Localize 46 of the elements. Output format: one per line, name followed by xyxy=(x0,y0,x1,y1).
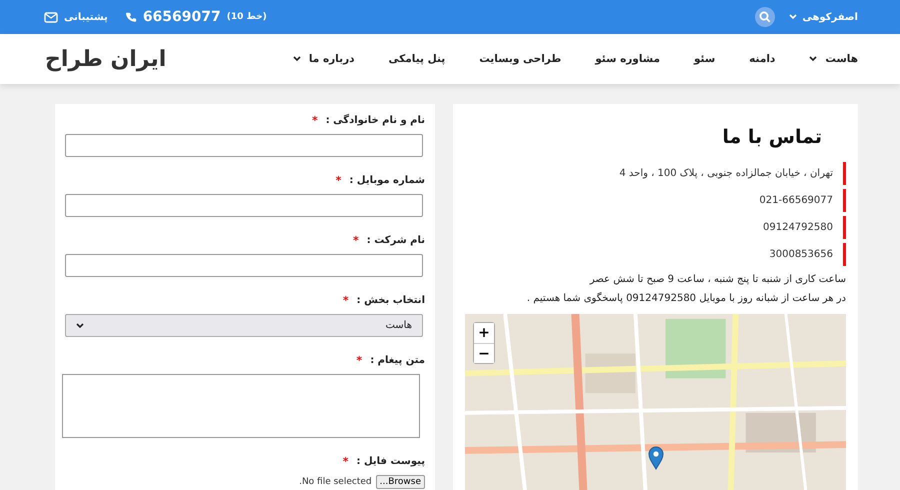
file-status: No file selected. xyxy=(299,477,372,487)
nav-item[interactable]: طراحی وبسایت xyxy=(479,53,562,65)
field-label: پیوست فایل : xyxy=(356,456,425,467)
required-mark: * xyxy=(342,455,349,468)
nav-item[interactable]: دامنه xyxy=(749,53,776,65)
field-label: نام شرکت : xyxy=(366,235,425,246)
field-label: نام و نام خانوادگی : xyxy=(326,115,425,126)
contact-detail: 021-66569077 xyxy=(465,189,846,212)
contact-detail: 3000853656 xyxy=(465,243,846,266)
phone-lines: (10 خط) xyxy=(226,12,267,22)
required-mark: * xyxy=(356,354,362,367)
hours-note: ساعت کاری از شنبه تا پنج شنبه ، ساعت 9 صبح تا شش عصر xyxy=(588,274,846,285)
contact-detail: 09124792580 xyxy=(465,216,846,239)
required-mark: * xyxy=(352,234,359,247)
caret-icon xyxy=(76,322,84,328)
nav-item[interactable]: هاست xyxy=(809,53,858,65)
map-pin-icon xyxy=(648,446,664,470)
zoom-out-button[interactable]: − xyxy=(474,343,494,363)
logo[interactable]: ایران طراح xyxy=(45,46,166,72)
browse-button[interactable]: Browse... xyxy=(376,475,425,489)
message-field[interactable] xyxy=(62,374,420,438)
hours-note: در هر ساعت از شبانه روز با موبایل 09124792580 پاسخگوی شما هستیم . xyxy=(526,293,846,304)
select-field[interactable]: هاست xyxy=(65,314,423,337)
required-mark: * xyxy=(342,294,349,307)
phone-number[interactable]: 66569077 xyxy=(142,9,221,25)
phone-icon xyxy=(126,12,137,22)
nav-item[interactable]: مشاوره سئو xyxy=(595,53,660,65)
page-title: تماس با ما xyxy=(721,126,822,148)
search-icon xyxy=(759,11,772,23)
envelope-icon xyxy=(44,12,58,22)
caret-icon xyxy=(789,14,798,20)
input-field[interactable] xyxy=(65,254,423,277)
required-mark: * xyxy=(336,174,342,187)
search-button[interactable] xyxy=(755,7,776,27)
input-field[interactable] xyxy=(65,134,423,157)
input-field[interactable] xyxy=(65,194,423,217)
user-menu[interactable]: اصفرکوهی xyxy=(789,12,858,22)
nav-item[interactable]: سئو xyxy=(694,53,716,65)
field-label: متن پیغام : xyxy=(370,355,425,366)
support-link[interactable]: پشتیبانی xyxy=(64,12,108,22)
nav-item[interactable]: درباره ما xyxy=(292,53,355,65)
field-label: انتخاب بخش : xyxy=(356,295,425,306)
field-label: شماره موبایل : xyxy=(349,175,425,186)
nav-item[interactable]: پنل پیامکی xyxy=(388,53,446,65)
required-mark: * xyxy=(312,114,318,127)
contact-detail: تهران ، خیابان جمالزاده جنوبی ، پلاک 100 ، واحد 4 xyxy=(465,162,846,185)
